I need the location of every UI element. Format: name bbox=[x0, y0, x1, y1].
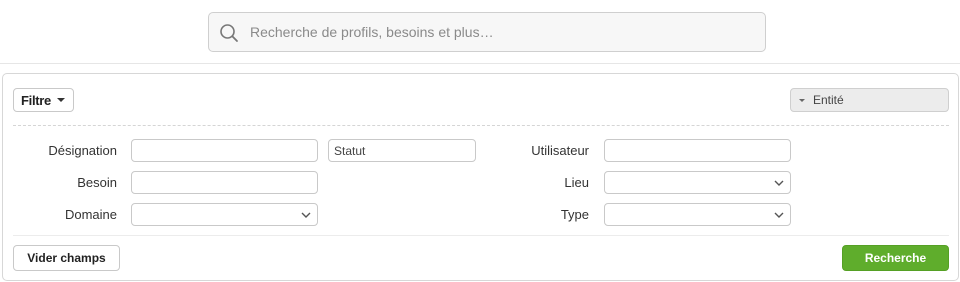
caret-down-icon bbox=[57, 98, 65, 102]
search-button-label: Recherche bbox=[864, 251, 927, 265]
statut-value: Statut bbox=[334, 144, 366, 158]
filter-dropdown-button[interactable]: Filtre bbox=[13, 88, 74, 112]
type-label: Type bbox=[560, 207, 589, 222]
besoin-input[interactable] bbox=[131, 171, 318, 194]
clear-fields-button[interactable]: Vider champs bbox=[13, 245, 120, 271]
search-icon bbox=[220, 24, 238, 42]
entity-dropdown-label: Entité bbox=[813, 93, 844, 107]
caret-down-icon bbox=[799, 99, 805, 102]
domaine-select[interactable] bbox=[131, 203, 318, 226]
filter-panel: Filtre Entité Désignation Statut Utilisa… bbox=[2, 73, 959, 281]
global-search-input[interactable]: Recherche de profils, besoins et plus… bbox=[208, 12, 766, 52]
chevron-down-icon bbox=[774, 180, 784, 186]
utilisateur-label: Utilisateur bbox=[531, 143, 589, 158]
besoin-label: Besoin bbox=[77, 175, 117, 190]
divider bbox=[13, 125, 949, 126]
designation-input[interactable] bbox=[131, 139, 318, 162]
domaine-label: Domaine bbox=[64, 207, 117, 222]
type-select[interactable] bbox=[604, 203, 791, 226]
chevron-down-icon bbox=[774, 212, 784, 218]
filter-button-label: Filtre bbox=[21, 93, 51, 108]
clear-fields-label: Vider champs bbox=[27, 251, 106, 265]
entity-dropdown[interactable]: Entité bbox=[790, 88, 949, 112]
designation-label: Désignation bbox=[48, 143, 117, 158]
search-placeholder: Recherche de profils, besoins et plus… bbox=[250, 24, 494, 40]
utilisateur-input[interactable] bbox=[604, 139, 791, 162]
chevron-down-icon bbox=[301, 212, 311, 218]
statut-input[interactable]: Statut bbox=[328, 139, 476, 162]
top-bar: Recherche de profils, besoins et plus… bbox=[0, 0, 960, 64]
divider bbox=[13, 235, 949, 236]
lieu-select[interactable] bbox=[604, 171, 791, 194]
lieu-label: Lieu bbox=[564, 175, 589, 190]
search-button[interactable]: Recherche bbox=[842, 245, 949, 271]
